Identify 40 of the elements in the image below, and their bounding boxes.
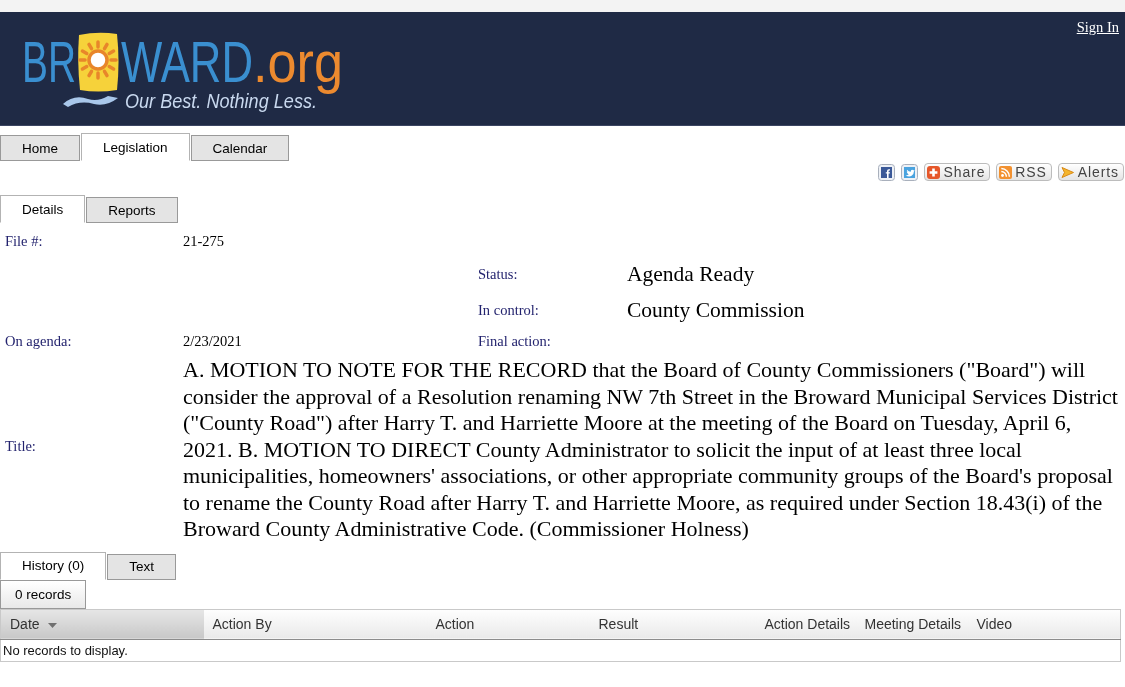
field-label: In control: bbox=[478, 301, 540, 319]
tab[interactable]: Details bbox=[0, 195, 86, 223]
column-header[interactable]: Video bbox=[967, 609, 1121, 639]
alerts-button[interactable]: Alerts bbox=[1057, 163, 1124, 181]
field-label: Title: bbox=[5, 438, 37, 456]
column-header[interactable]: Date bbox=[0, 609, 204, 639]
column-header[interactable]: Action bbox=[426, 609, 590, 639]
tab[interactable]: Home bbox=[0, 135, 80, 161]
tab[interactable]: Text bbox=[107, 553, 177, 580]
tab[interactable]: History (0) bbox=[0, 551, 107, 580]
tab[interactable]: Legislation bbox=[81, 133, 190, 161]
field-value: County Commission bbox=[627, 297, 806, 323]
field-value: Agenda Ready bbox=[627, 261, 756, 287]
column-header[interactable]: Action Details bbox=[755, 609, 856, 639]
twitter-bird-icon[interactable] bbox=[901, 163, 919, 181]
field-label: Final action: bbox=[478, 332, 552, 350]
arrow-icon bbox=[1060, 165, 1075, 179]
column-header[interactable]: Result bbox=[589, 609, 756, 639]
rss-icon bbox=[999, 165, 1013, 179]
tab[interactable]: Reports bbox=[86, 197, 178, 223]
field-label: File #: bbox=[5, 232, 44, 250]
record-count-button[interactable]: 0 records bbox=[0, 579, 87, 609]
plus-icon bbox=[927, 165, 941, 179]
column-header[interactable]: Meeting Details bbox=[855, 609, 968, 639]
sort-arrow-icon bbox=[47, 622, 57, 628]
empty-table-message: No records to display. bbox=[0, 639, 1121, 661]
field-label: Status: bbox=[478, 265, 519, 283]
site-wordmark: BR bbox=[22, 29, 76, 94]
share-button[interactable]: Share bbox=[924, 163, 991, 181]
facebook-icon[interactable] bbox=[878, 163, 896, 181]
rss-button[interactable]: RSS bbox=[996, 163, 1052, 181]
sun-icon bbox=[78, 32, 119, 92]
field-value: 21-275 bbox=[183, 232, 226, 250]
wave-icon bbox=[63, 96, 118, 107]
tab[interactable]: Calendar bbox=[190, 135, 290, 161]
column-header[interactable]: Action By bbox=[203, 609, 427, 639]
title-text: A. MOTION TO NOTE FOR THE RECORD that the Board of County Commissioners ("Board") will consider the approval of a Resolution renaming NW 7th Street in the Broward Municipal Services District ("County Road") after Harry T. and Harriette Moore at the meeting of the Board on Tuesday, April 6, 2021. B. MOTION TO DIRECT County Administrator to solicit the input of at least three local municipalities, homeowners' associations, or other appropriate community groups of the Board's proposal to rename the County Road after Harry T. and Harriette Moore, as required under Section 18.43(i) of the Broward County Administrative Code. (Commissioner Holness) bbox=[183, 357, 1119, 543]
field-label: On agenda: bbox=[5, 332, 73, 350]
sign-in-link[interactable]: Sign In bbox=[1076, 19, 1119, 36]
field-value: 2/23/2021 bbox=[183, 332, 243, 350]
